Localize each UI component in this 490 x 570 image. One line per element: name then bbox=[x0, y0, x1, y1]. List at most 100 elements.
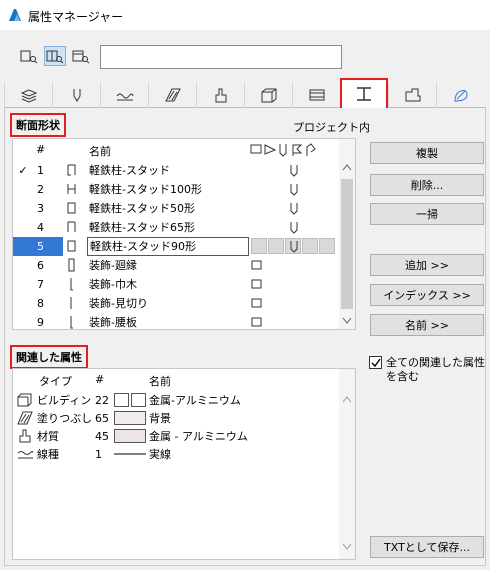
table-row[interactable]: 7 装飾-巾木 bbox=[13, 275, 343, 294]
add-button[interactable]: 追加 >> bbox=[370, 254, 484, 276]
row-name: 装飾-腰板 bbox=[89, 316, 137, 329]
assoc-name: 背景 bbox=[149, 412, 171, 425]
column-use-icon bbox=[290, 222, 298, 234]
usage-cell[interactable] bbox=[302, 238, 318, 254]
include-all-option[interactable]: 全ての関連した属性を含む bbox=[369, 356, 486, 384]
tab-building-materials[interactable] bbox=[244, 82, 292, 108]
swatch bbox=[114, 411, 146, 425]
table-row[interactable]: 8 装飾-見切り bbox=[13, 294, 343, 313]
material-icon bbox=[215, 88, 226, 103]
table-row[interactable]: 6 装飾-廻縁 bbox=[13, 256, 343, 275]
pen-icon bbox=[73, 89, 80, 102]
table-row[interactable]: 3 軽鉄柱-スタッド50形 bbox=[13, 199, 343, 218]
swatch bbox=[131, 393, 146, 407]
building-material-icon bbox=[17, 393, 32, 407]
row-num: 6 bbox=[37, 259, 44, 272]
solid-line-swatch bbox=[114, 453, 146, 455]
tab-zone-categories[interactable] bbox=[388, 82, 436, 108]
delete-button[interactable]: 削除... bbox=[370, 174, 484, 196]
column-use-icon bbox=[290, 241, 298, 253]
purge-button[interactable]: 一掃 bbox=[370, 203, 484, 225]
assoc-type: 線種 bbox=[37, 448, 59, 461]
assoc-name: 金属 - アルミニウム bbox=[149, 430, 248, 443]
line-type-icon bbox=[17, 451, 33, 459]
table-row[interactable]: 4 軽鉄柱-スタッド65形 bbox=[13, 218, 343, 237]
usage-cell[interactable] bbox=[251, 238, 267, 254]
usage-cell[interactable] bbox=[268, 238, 284, 254]
row-name-input[interactable]: 軽鉄柱-スタッド90形 bbox=[87, 237, 249, 256]
table-row[interactable]: ✓ 1 軽鉄柱-スタッド bbox=[13, 161, 343, 180]
assoc-num: 1 bbox=[95, 448, 102, 461]
assoc-num: 45 bbox=[95, 430, 109, 443]
row-num: 5 bbox=[33, 237, 63, 256]
scroll-down-icon[interactable] bbox=[342, 543, 352, 551]
profile-shape-icon bbox=[67, 221, 76, 232]
row-check bbox=[13, 294, 33, 313]
assoc-type: 塗りつぶし bbox=[37, 412, 93, 425]
list-scroll-thumb[interactable] bbox=[341, 179, 353, 309]
row-check bbox=[13, 218, 33, 237]
row-num: 7 bbox=[37, 278, 44, 291]
tab-surfaces[interactable] bbox=[436, 82, 484, 108]
assoc-name: 金属-アルミニウム bbox=[149, 394, 241, 407]
include-all-checkbox[interactable] bbox=[369, 356, 382, 369]
beam-use-icon bbox=[251, 298, 262, 308]
table-row[interactable]: 9 装飾-腰板 bbox=[13, 313, 343, 332]
tab-pens[interactable] bbox=[52, 82, 100, 108]
row-check bbox=[13, 313, 33, 332]
section-title-related-text: 関連した属性 bbox=[16, 351, 82, 364]
row-check bbox=[13, 256, 33, 275]
assoc-row[interactable]: ビルディン 22 金属-アルミニウム bbox=[13, 391, 339, 409]
profile-shape-icon bbox=[70, 316, 73, 329]
column-use-icon bbox=[290, 184, 298, 196]
usage-cell[interactable] bbox=[319, 238, 335, 254]
view-detail-button[interactable] bbox=[70, 46, 92, 66]
related-attribute-list[interactable]: タイプ # 名前 ビルディン 22 金属-アルミニウム 塗りつぶし 65 背景 … bbox=[12, 368, 356, 560]
assoc-row[interactable]: 塗りつぶし 65 背景 bbox=[13, 409, 339, 427]
row-check bbox=[13, 199, 33, 218]
profile-shape-icon bbox=[67, 240, 76, 252]
row-name: 装飾-見切り bbox=[89, 297, 148, 310]
attribute-tab-strip bbox=[4, 78, 486, 108]
scroll-up-icon[interactable] bbox=[342, 163, 352, 171]
app-icon bbox=[9, 9, 21, 21]
assoc-row[interactable]: 材質 45 金属 - アルミニウム bbox=[13, 427, 339, 445]
view-split-button[interactable] bbox=[44, 46, 66, 66]
view-split-icon bbox=[46, 50, 64, 64]
tab-fills[interactable] bbox=[148, 82, 196, 108]
attribute-list[interactable]: # 名前 ✓ 1 軽鉄柱-スタッド 2 軽鉄柱-スタッド100形 3 軽鉄柱-スタッド50形… bbox=[12, 138, 356, 330]
duplicate-button[interactable]: 複製 bbox=[370, 142, 484, 164]
assoc-row[interactable]: 線種 1 実線 bbox=[13, 445, 339, 463]
tab-line-types[interactable] bbox=[100, 82, 148, 108]
table-row[interactable]: 5 軽鉄柱-スタッド90形 bbox=[13, 237, 343, 256]
tab-composites[interactable] bbox=[292, 82, 340, 108]
name-button[interactable]: 名前 >> bbox=[370, 314, 484, 336]
swatch bbox=[114, 429, 146, 443]
swatch bbox=[114, 393, 129, 407]
row-check bbox=[13, 180, 33, 199]
tab-materials[interactable] bbox=[196, 82, 244, 108]
line-type-icon bbox=[116, 93, 133, 101]
beam-use-icon bbox=[251, 260, 262, 270]
tab-profiles[interactable] bbox=[340, 78, 388, 108]
column-use-icon bbox=[290, 203, 298, 215]
index-button[interactable]: インデックス >> bbox=[370, 284, 484, 306]
profile-shape-icon bbox=[67, 202, 76, 214]
column-usage-icons bbox=[250, 143, 316, 157]
assoc-type: ビルディン bbox=[37, 394, 92, 407]
save-txt-button[interactable]: TXTとして保存... bbox=[370, 536, 484, 558]
table-row[interactable]: 2 軽鉄柱-スタッド100形 bbox=[13, 180, 343, 199]
section-title-profiles: 断面形状 bbox=[10, 113, 66, 137]
assoc-header-name: 名前 bbox=[149, 375, 171, 388]
window-title: 属性マネージャー bbox=[28, 10, 124, 24]
tab-layers[interactable] bbox=[4, 82, 52, 108]
assoc-header-type: タイプ bbox=[39, 375, 72, 388]
list-scrollbar[interactable] bbox=[339, 139, 355, 329]
scroll-up-icon[interactable] bbox=[342, 395, 352, 403]
beam-use-icon bbox=[251, 317, 262, 327]
layers-icon bbox=[20, 89, 37, 103]
search-input[interactable] bbox=[100, 45, 342, 69]
view-list-button[interactable] bbox=[18, 46, 40, 66]
scroll-down-icon[interactable] bbox=[342, 317, 352, 325]
related-scrollbar[interactable] bbox=[339, 369, 355, 559]
